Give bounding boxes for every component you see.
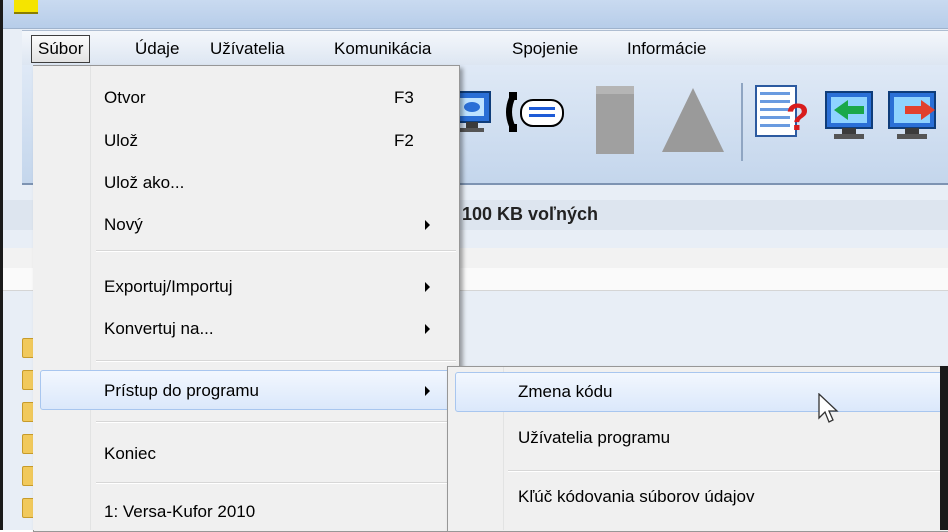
submenu-arrow-icon (425, 220, 430, 230)
submenu-item-kluc-kodovania[interactable]: Kľúč kódovania súborov údajov (518, 480, 755, 514)
menu-item-recent-file[interactable]: 1: Versa-Kufor 2010 (104, 495, 255, 529)
app-icon (14, 0, 38, 14)
menu-separator (96, 360, 456, 362)
submenu-arrow-icon (425, 324, 430, 334)
menu-item-exportuj-importuj[interactable]: Exportuj/Importuj (104, 270, 233, 304)
menu-komunikacia[interactable]: Komunikácia (330, 37, 435, 61)
free-space-label: 100 KB voľných (462, 204, 598, 224)
shortcut-uloz: F2 (394, 131, 414, 150)
phone-icon[interactable] (505, 88, 567, 136)
menu-item-konvertuj[interactable]: Konvertuj na... (104, 312, 214, 346)
mouse-cursor-icon (818, 392, 840, 427)
toolbar-separator (741, 83, 743, 161)
svg-text:?: ? (786, 97, 809, 139)
submenu-item-zmena-kodu[interactable]: Zmena kódu (518, 375, 613, 409)
submenu-arrow-icon (425, 386, 430, 396)
window-border (940, 366, 948, 530)
menu-icon-gutter (33, 66, 89, 530)
import-icon[interactable] (822, 88, 876, 144)
menu-separator (508, 470, 946, 472)
menu-item-uloz[interactable]: Ulož (104, 124, 138, 158)
menu-item-novy[interactable]: Nový (104, 208, 143, 242)
menu-separator (96, 421, 456, 423)
menu-gutter-divider (90, 66, 91, 530)
document-icon[interactable] (592, 82, 638, 158)
triangle-icon[interactable] (660, 84, 726, 154)
menu-uzivatelia[interactable]: Užívatelia (206, 37, 289, 61)
shortcut-otvor: F3 (394, 88, 414, 107)
menu-item-otvor[interactable]: Otvor (104, 81, 146, 115)
menu-subor[interactable]: Súbor (31, 35, 91, 63)
help-document-icon[interactable]: ? (752, 82, 812, 142)
menu-spojenie[interactable]: Spojenie (508, 37, 582, 61)
menu-separator (96, 250, 456, 252)
menu-udaje[interactable]: Údaje (131, 37, 183, 61)
menu-informacie[interactable]: Informácie (623, 37, 710, 61)
submenu-arrow-icon (425, 282, 430, 292)
title-bar (3, 0, 948, 29)
menu-separator (96, 482, 456, 484)
export-icon[interactable] (885, 88, 948, 144)
submenu-item-uzivatelia-programu[interactable]: Užívatelia programu (518, 421, 670, 455)
menu-item-uloz-ako[interactable]: Ulož ako... (104, 166, 184, 200)
menu-item-pristup[interactable]: Prístup do programu (104, 374, 259, 408)
menu-item-koniec[interactable]: Koniec (104, 437, 156, 471)
